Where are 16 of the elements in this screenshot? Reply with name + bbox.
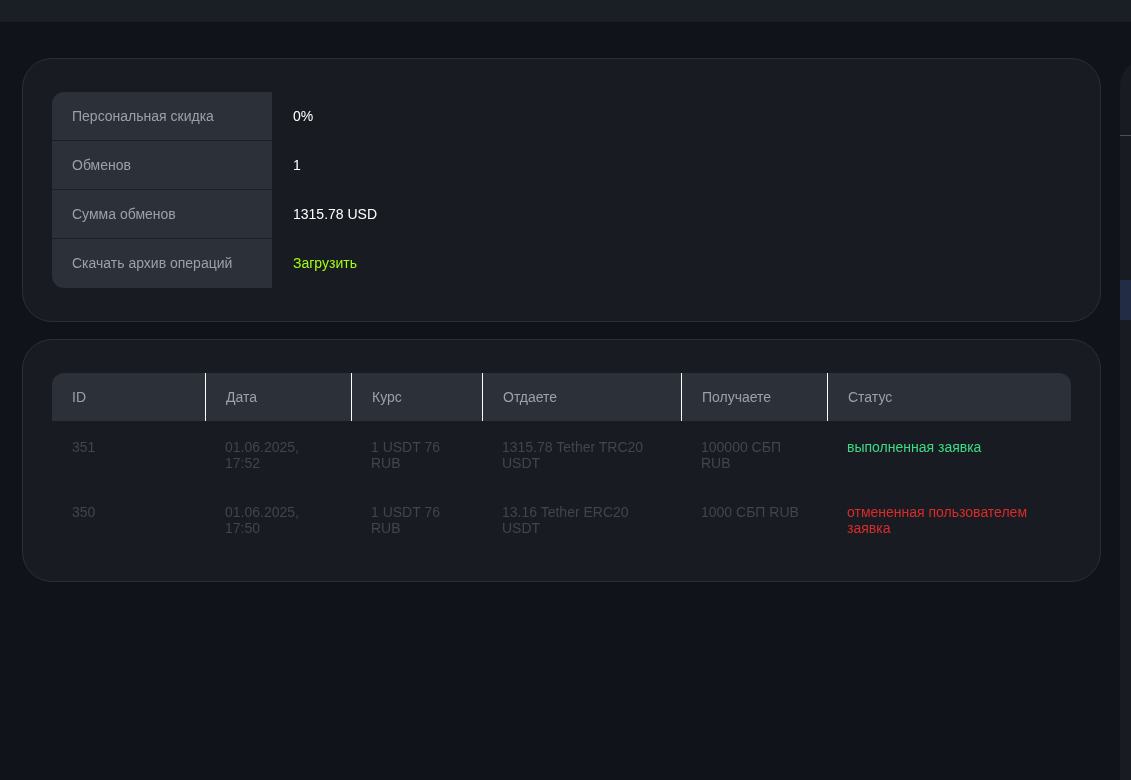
column-header: Получаете (681, 373, 827, 421)
status-text: отмененная пользователем заявка (847, 504, 1028, 536)
column-header: Дата (205, 373, 351, 421)
info-value: 1 (293, 156, 301, 175)
info-label: Персональная скидка (52, 92, 272, 141)
status-text: выполненная заявка (847, 439, 982, 455)
column-header: Статус (827, 373, 1071, 421)
info-value: 0% (293, 107, 314, 126)
column-header: Отдаете (482, 373, 681, 421)
column-header: Курс (351, 373, 482, 421)
info-label: Скачать архив операций (52, 239, 272, 288)
column-header: ID (71, 387, 87, 407)
info-label: Сумма обменов (52, 190, 272, 239)
info-value: 1315.78 USD (293, 205, 378, 224)
download-link[interactable]: Загрузить (293, 253, 357, 274)
info-label: Обменов (52, 141, 272, 190)
